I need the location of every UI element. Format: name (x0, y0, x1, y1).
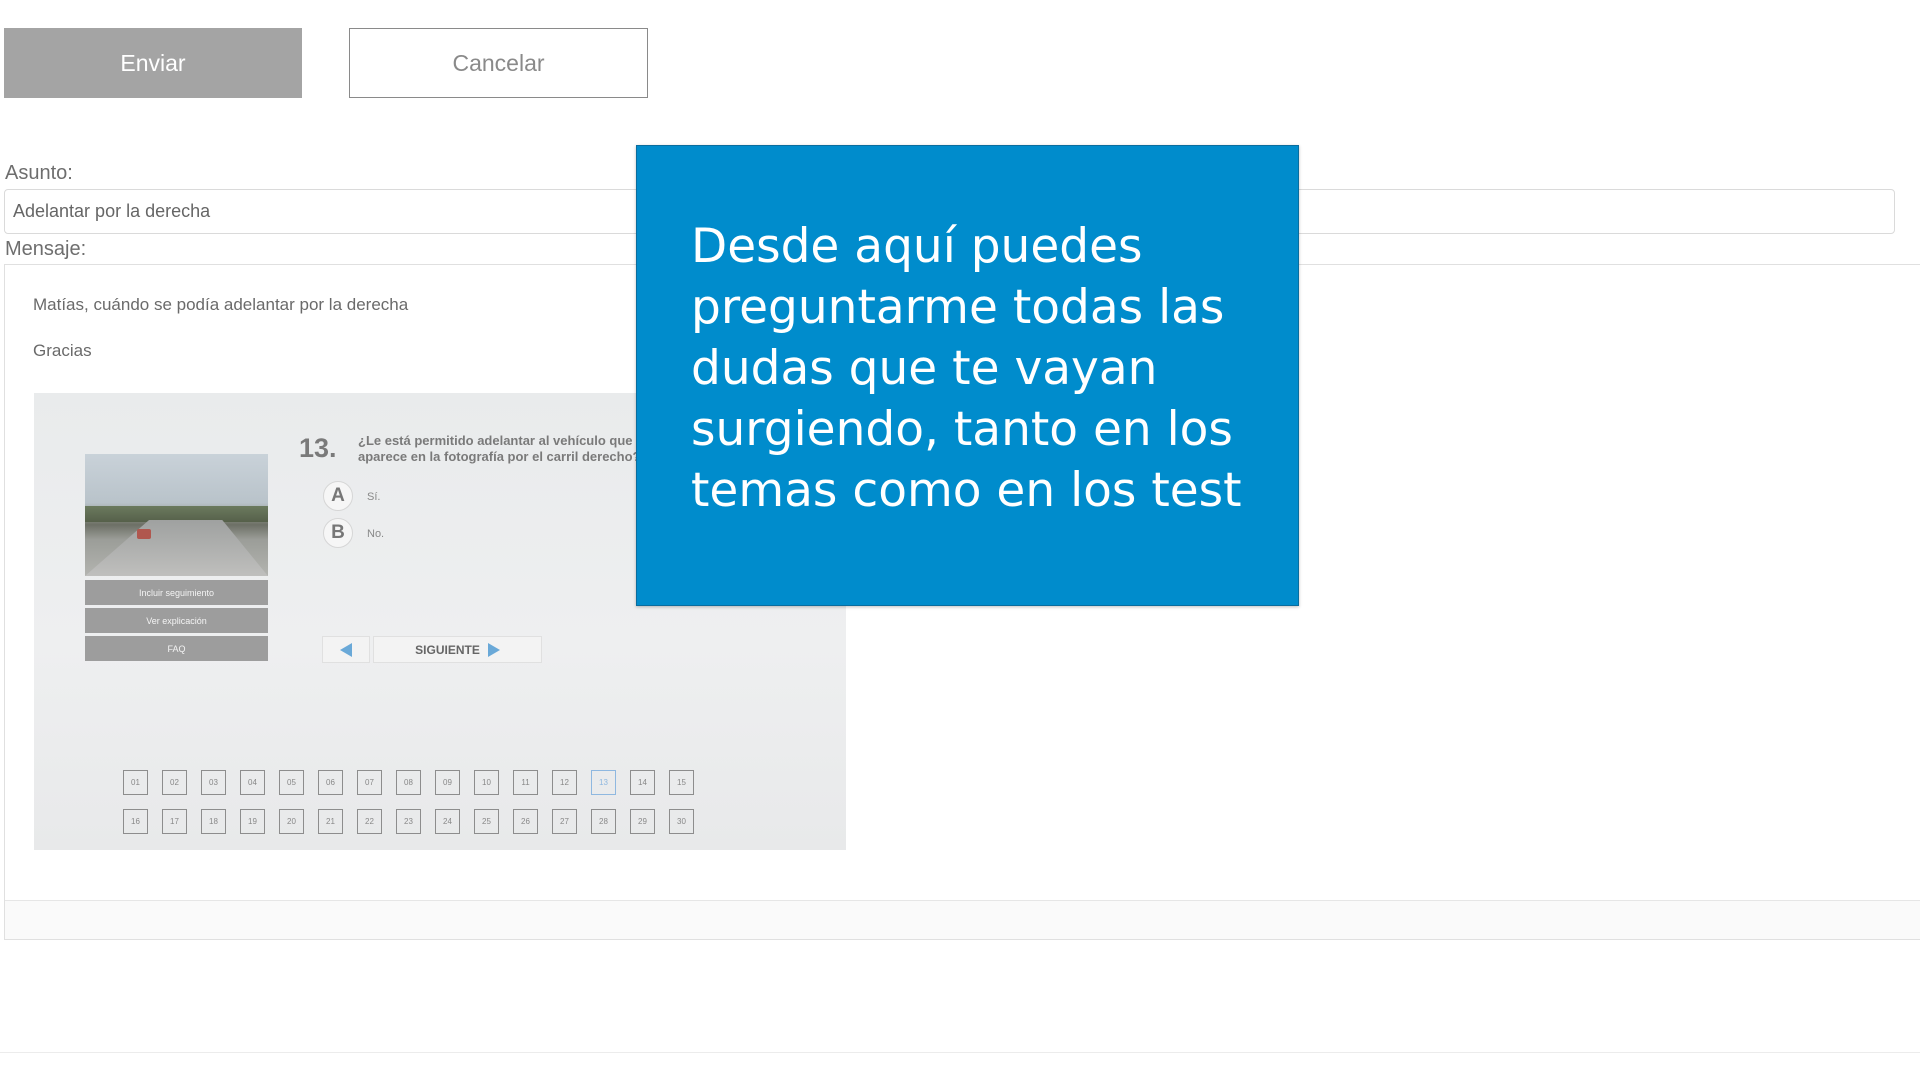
question-box: 15 (669, 770, 694, 795)
include-tracking-button: Incluir seguimiento (85, 580, 268, 605)
question-box: 10 (474, 770, 499, 795)
question-box: 11 (513, 770, 538, 795)
subject-label: Asunto: (5, 162, 73, 184)
faq-button: FAQ (85, 636, 268, 661)
previous-button (322, 636, 370, 663)
arrow-left-icon (340, 642, 352, 657)
question-number: 13. (299, 433, 337, 463)
option-a-badge: A (323, 481, 353, 511)
question-box: 13 (591, 770, 616, 795)
option-a-text: Sí. (367, 491, 381, 503)
question-box: 07 (357, 770, 382, 795)
question-box: 30 (669, 809, 694, 834)
option-b-text: No. (367, 528, 385, 540)
question-box: 23 (396, 809, 421, 834)
question-box: 06 (318, 770, 343, 795)
question-box: 03 (201, 770, 226, 795)
question-box: 29 (630, 809, 655, 834)
option-b-badge: B (323, 518, 353, 548)
message-line: Gracias (33, 341, 92, 360)
next-label: SIGUIENTE (415, 642, 480, 657)
question-box: 24 (435, 809, 460, 834)
question-box: 08 (396, 770, 421, 795)
question-box: 18 (201, 809, 226, 834)
question-text: ¿Le está permitido adelantar al vehículo… (358, 433, 641, 464)
arrow-right-icon (487, 642, 500, 657)
question-box: 02 (162, 770, 187, 795)
divider (0, 1052, 1920, 1053)
message-label: Mensaje: (5, 238, 87, 260)
question-box: 22 (357, 809, 382, 834)
question-box: 04 (240, 770, 265, 795)
message-line: Matías, cuándo se podía adelantar por la… (33, 295, 409, 314)
question-box: 09 (435, 770, 460, 795)
view-explanation-button: Ver explicación (85, 608, 268, 633)
question-box: 17 (162, 809, 187, 834)
question-grid-row: 16 17 18 19 20 21 22 23 24 25 26 27 28 29 30 (123, 809, 723, 834)
question-box: 28 (591, 809, 616, 834)
question-box: 21 (318, 809, 343, 834)
next-button: SIGUIENTE (373, 636, 542, 663)
editor-footer (5, 900, 1920, 939)
question-box: 19 (240, 809, 265, 834)
help-tooltip: Desde aquí puedes preguntarme todas las … (636, 145, 1299, 606)
question-box: 20 (279, 809, 304, 834)
question-box: 27 (552, 809, 577, 834)
question-box: 25 (474, 809, 499, 834)
question-box: 26 (513, 809, 538, 834)
question-grid: 01 02 03 04 05 06 07 08 09 10 11 12 13 14 15 16 17 18 19 20… (123, 770, 723, 848)
cancel-button[interactable]: Cancelar (349, 28, 648, 98)
question-box: 12 (552, 770, 577, 795)
question-box: 16 (123, 809, 148, 834)
question-box: 14 (630, 770, 655, 795)
road-photo (85, 454, 268, 576)
question-box: 05 (279, 770, 304, 795)
send-button[interactable]: Enviar (4, 28, 302, 98)
tooltip-text: Desde aquí puedes preguntarme todas las … (691, 219, 1242, 518)
question-box: 01 (123, 770, 148, 795)
question-grid-row: 01 02 03 04 05 06 07 08 09 10 11 12 13 14 15 (123, 770, 723, 795)
